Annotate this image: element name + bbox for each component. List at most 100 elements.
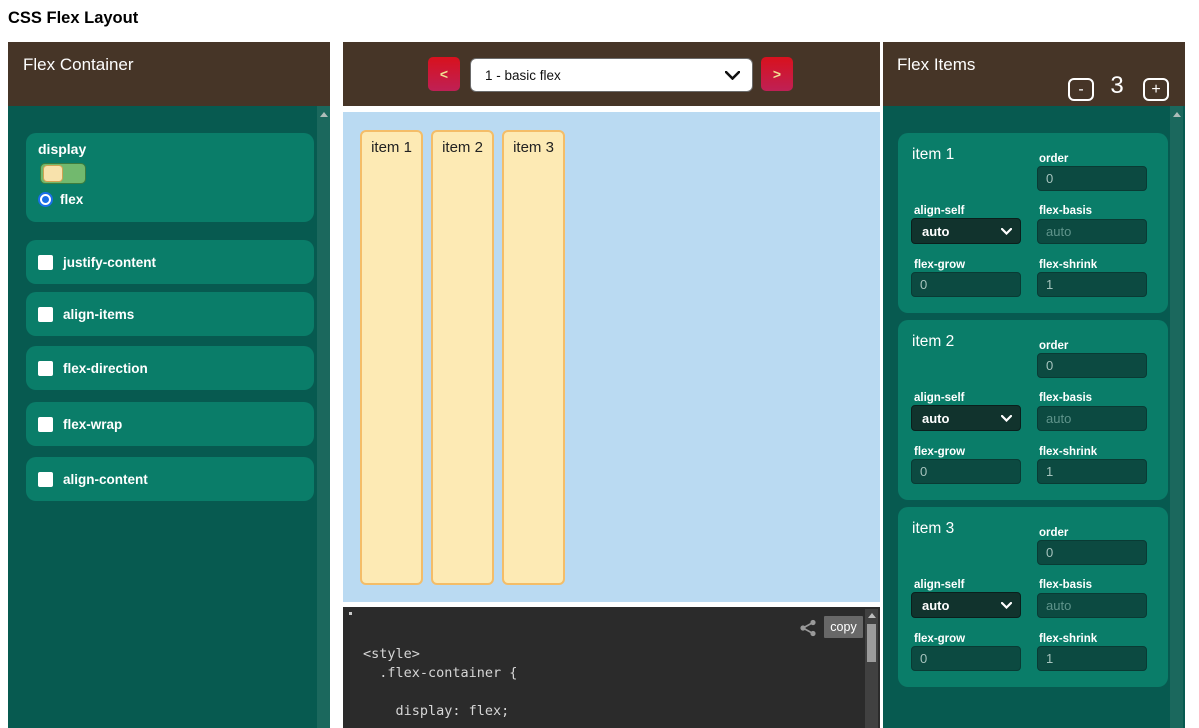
code-line: <style> bbox=[363, 645, 517, 664]
flex-radio[interactable] bbox=[38, 192, 53, 207]
flex-container-panel: Flex Container display flex justify-cont… bbox=[8, 42, 330, 728]
order-label: order bbox=[1039, 340, 1068, 352]
flex-shrink-input[interactable] bbox=[1037, 646, 1147, 671]
align-content-card: align-content bbox=[26, 457, 314, 501]
preview-item-3: item 3 bbox=[502, 130, 565, 585]
flex-direction-card: flex-direction bbox=[26, 346, 314, 390]
flex-basis-label: flex-basis bbox=[1039, 579, 1092, 591]
align-self-value: auto bbox=[922, 411, 949, 426]
flex-shrink-label: flex-shrink bbox=[1039, 633, 1097, 645]
code-line: .flex-container { bbox=[363, 664, 517, 683]
align-self-select[interactable]: auto bbox=[911, 592, 1021, 618]
align-content-checkbox[interactable] bbox=[38, 472, 53, 487]
item-3-title: item 3 bbox=[912, 520, 954, 538]
order-input[interactable] bbox=[1037, 166, 1147, 191]
flex-shrink-input[interactable] bbox=[1037, 272, 1147, 297]
remove-item-button[interactable]: - bbox=[1068, 78, 1094, 101]
align-self-select[interactable]: auto bbox=[911, 405, 1021, 431]
app-screen: CSS Flex Layout Flex Container display f… bbox=[0, 0, 1199, 728]
code-text: <style> .flex-container { display: flex; bbox=[363, 645, 517, 721]
flex-basis-label: flex-basis bbox=[1039, 205, 1092, 217]
code-panel-dot bbox=[349, 612, 352, 615]
flex-wrap-label: flex-wrap bbox=[63, 417, 122, 432]
display-toggle-knob[interactable] bbox=[43, 165, 63, 182]
align-self-label: align-self bbox=[914, 205, 964, 217]
example-select[interactable]: 1 - basic flex bbox=[470, 58, 753, 92]
example-select-value: 1 - basic flex bbox=[485, 68, 561, 83]
code-scrollbar-thumb[interactable] bbox=[867, 624, 876, 662]
display-flex-radio-row: flex bbox=[38, 192, 83, 207]
flex-shrink-input[interactable] bbox=[1037, 459, 1147, 484]
flex-grow-input[interactable] bbox=[911, 459, 1021, 484]
align-self-label: align-self bbox=[914, 579, 964, 591]
preview-item-2: item 2 bbox=[431, 130, 494, 585]
code-line bbox=[363, 683, 517, 702]
scroll-up-icon[interactable] bbox=[868, 613, 876, 618]
flex-direction-label: flex-direction bbox=[63, 361, 148, 376]
align-items-card: align-items bbox=[26, 292, 314, 336]
next-example-button[interactable]: > bbox=[761, 57, 793, 91]
flex-items-panel-scrollbar[interactable] bbox=[1170, 106, 1183, 728]
page-title: CSS Flex Layout bbox=[8, 9, 138, 28]
justify-content-checkbox[interactable] bbox=[38, 255, 53, 270]
flex-items-panel-header: Flex Items - 3 + bbox=[883, 42, 1185, 106]
item-2-title: item 2 bbox=[912, 333, 954, 351]
chevron-down-icon bbox=[1001, 602, 1012, 609]
order-input[interactable] bbox=[1037, 353, 1147, 378]
flex-items-panel-body: item 1 order align-self auto flex-basis … bbox=[883, 106, 1185, 728]
flex-container-panel-title: Flex Container bbox=[23, 55, 134, 75]
flex-grow-label: flex-grow bbox=[914, 259, 965, 271]
align-self-select[interactable]: auto bbox=[911, 218, 1021, 244]
flex-basis-label: flex-basis bbox=[1039, 392, 1092, 404]
display-label: display bbox=[38, 141, 86, 157]
flex-grow-input[interactable] bbox=[911, 646, 1021, 671]
justify-content-label: justify-content bbox=[63, 255, 156, 270]
order-label: order bbox=[1039, 153, 1068, 165]
flex-wrap-checkbox[interactable] bbox=[38, 417, 53, 432]
copy-button[interactable]: copy bbox=[824, 616, 863, 638]
order-input[interactable] bbox=[1037, 540, 1147, 565]
flex-radio-label: flex bbox=[60, 192, 83, 207]
code-line: display: flex; bbox=[363, 702, 517, 721]
flex-container-panel-scrollbar[interactable] bbox=[317, 106, 330, 728]
justify-content-card: justify-content bbox=[26, 240, 314, 284]
flex-preview-area: item 1 item 2 item 3 bbox=[343, 112, 880, 602]
flex-items-panel-title: Flex Items bbox=[897, 55, 975, 75]
flex-grow-input[interactable] bbox=[911, 272, 1021, 297]
chevron-down-icon bbox=[1001, 415, 1012, 422]
item-count: 3 bbox=[1102, 72, 1132, 100]
align-items-label: align-items bbox=[63, 307, 134, 322]
align-items-checkbox[interactable] bbox=[38, 307, 53, 322]
scroll-up-icon[interactable] bbox=[1173, 112, 1181, 117]
flex-items-panel: Flex Items - 3 + item 1 order align-self… bbox=[883, 42, 1185, 728]
display-card: display flex bbox=[26, 133, 314, 222]
display-toggle[interactable] bbox=[40, 163, 86, 184]
preview-item-1: item 1 bbox=[360, 130, 423, 585]
chevron-down-icon bbox=[1001, 228, 1012, 235]
flex-shrink-label: flex-shrink bbox=[1039, 446, 1097, 458]
scroll-up-icon[interactable] bbox=[320, 112, 328, 117]
order-label: order bbox=[1039, 527, 1068, 539]
example-nav-bar: < 1 - basic flex > bbox=[343, 42, 880, 106]
flex-wrap-card: flex-wrap bbox=[26, 402, 314, 446]
align-self-value: auto bbox=[922, 598, 949, 613]
align-self-label: align-self bbox=[914, 392, 964, 404]
flex-shrink-label: flex-shrink bbox=[1039, 259, 1097, 271]
flex-direction-checkbox[interactable] bbox=[38, 361, 53, 376]
item-2-card: item 2 order align-self auto flex-basis … bbox=[898, 320, 1168, 500]
item-1-title: item 1 bbox=[912, 146, 954, 164]
flex-basis-input[interactable] bbox=[1037, 219, 1147, 244]
flex-grow-label: flex-grow bbox=[914, 633, 965, 645]
item-3-card: item 3 order align-self auto flex-basis … bbox=[898, 507, 1168, 687]
code-panel-scrollbar[interactable] bbox=[865, 609, 878, 728]
flex-container-panel-header: Flex Container bbox=[8, 42, 330, 106]
share-icon[interactable] bbox=[798, 618, 818, 638]
flex-grow-label: flex-grow bbox=[914, 446, 965, 458]
align-self-value: auto bbox=[922, 224, 949, 239]
flex-basis-input[interactable] bbox=[1037, 593, 1147, 618]
add-item-button[interactable]: + bbox=[1143, 78, 1169, 101]
align-content-label: align-content bbox=[63, 472, 148, 487]
prev-example-button[interactable]: < bbox=[428, 57, 460, 91]
flex-basis-input[interactable] bbox=[1037, 406, 1147, 431]
code-panel: copy <style> .flex-container { display: … bbox=[343, 607, 880, 728]
